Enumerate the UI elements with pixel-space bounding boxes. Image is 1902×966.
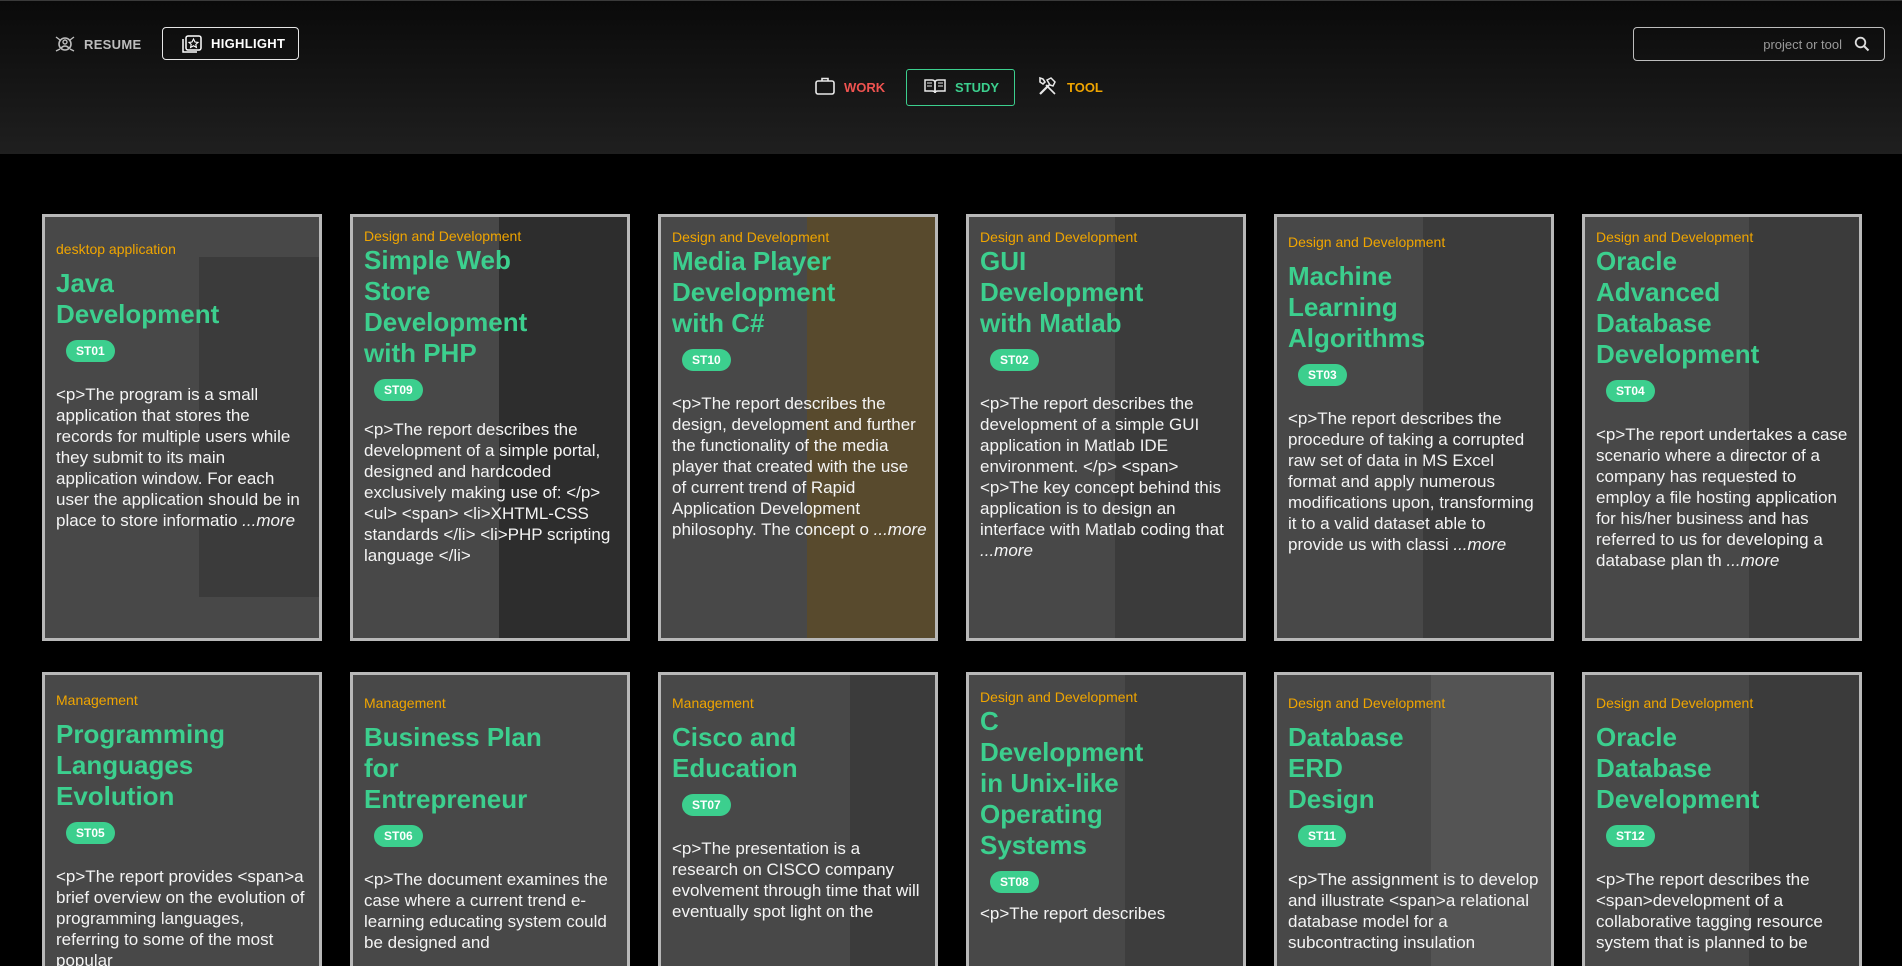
card-code-badge: ST01: [66, 340, 115, 362]
card-description: <p>The program is a small application th…: [56, 385, 300, 530]
study-card[interactable]: Design and Development C Development in …: [966, 672, 1246, 966]
card-description: <p>The presentation is a research on CIS…: [672, 839, 920, 921]
study-card[interactable]: Management Cisco and Education ST07 <p>T…: [658, 672, 938, 966]
card-code-badge: ST12: [1606, 825, 1655, 847]
tools-icon: [1037, 76, 1059, 99]
card-description: <p>The document examines the case where …: [364, 870, 608, 952]
study-card[interactable]: Design and Development Simple Web Store …: [350, 214, 630, 641]
card-title: Business Plan for Entrepreneur: [364, 722, 542, 814]
card-title: C Development in Unix-like Operating Sys…: [980, 706, 1144, 860]
card-category: Design and Development: [364, 228, 522, 244]
card-title: Oracle Database Development: [1596, 722, 1760, 814]
card-description: <p>The report describes the development …: [364, 420, 611, 565]
star-icon: [181, 34, 203, 54]
card-title: Machine Learning Algorithms: [1288, 261, 1426, 353]
book-icon: [923, 76, 947, 99]
card-code-badge: ST02: [990, 349, 1039, 371]
card-description: <p>The report describes the design, deve…: [672, 394, 927, 539]
study-card[interactable]: Design and Development Machine Learning …: [1274, 214, 1554, 641]
read-more-link[interactable]: ...more: [874, 520, 927, 539]
resume-icon: [54, 34, 76, 54]
resume-label: RESUME: [84, 36, 142, 52]
card-title: Cisco and Education: [672, 722, 798, 783]
highlight-button[interactable]: HIGHLIGHT: [162, 27, 299, 60]
card-category: desktop application: [56, 241, 176, 257]
search-box: [1633, 27, 1885, 61]
card-category: Design and Development: [1288, 234, 1446, 250]
search-input[interactable]: [1634, 28, 1846, 60]
card-category: Design and Development: [1596, 229, 1754, 245]
card-category: Design and Development: [672, 229, 830, 245]
tab-tool[interactable]: TOOL: [1021, 69, 1119, 106]
card-category: Management: [364, 695, 446, 711]
card-code-badge: ST03: [1298, 364, 1347, 386]
study-card[interactable]: Design and Development GUI Development w…: [966, 214, 1246, 641]
search-icon[interactable]: [1854, 36, 1870, 57]
top-header: RESUME HIGHLIGHT WORK: [0, 0, 1902, 154]
card-title: Programming Languages Evolution: [56, 719, 226, 811]
read-more-link[interactable]: ...more: [1726, 551, 1779, 570]
card-code-badge: ST05: [66, 822, 115, 844]
card-category: Design and Development: [980, 689, 1138, 705]
card-title: Media Player Development with C#: [672, 246, 836, 338]
card-category: Design and Development: [1596, 695, 1754, 711]
study-card[interactable]: Management Programming Languages Evoluti…: [42, 672, 322, 966]
tab-tool-label: TOOL: [1067, 80, 1103, 95]
briefcase-icon: [814, 76, 836, 99]
study-card[interactable]: Management Business Plan for Entrepreneu…: [350, 672, 630, 966]
card-title: GUI Development with Matlab: [980, 246, 1144, 338]
card-title: Simple Web Store Development with PHP: [364, 245, 528, 368]
tab-study[interactable]: STUDY: [906, 69, 1015, 106]
card-description: <p>The report describes: [980, 904, 1166, 923]
study-card[interactable]: Design and Development Oracle Advanced D…: [1582, 214, 1862, 641]
study-card[interactable]: desktop application Java Development ST0…: [42, 214, 322, 641]
card-category: Management: [672, 695, 754, 711]
tab-work-label: WORK: [844, 80, 886, 95]
resume-button[interactable]: RESUME: [54, 32, 141, 56]
card-code-badge: ST10: [682, 349, 731, 371]
card-description: <p>The report provides <span>a brief ove…: [56, 867, 305, 966]
card-code-badge: ST04: [1606, 380, 1655, 402]
card-title: Oracle Advanced Database Development: [1596, 246, 1760, 369]
card-description: <p>The report describes the procedure of…: [1288, 409, 1534, 554]
card-code-badge: ST09: [374, 379, 423, 401]
read-more-link[interactable]: ...more: [242, 511, 295, 530]
card-category: Design and Development: [980, 229, 1138, 245]
card-description: <p>The report undertakes a case scenario…: [1596, 425, 1848, 570]
card-title: Java Development: [56, 268, 220, 329]
card-code-badge: ST11: [1298, 825, 1347, 847]
card-description: <p>The report describes the <span>develo…: [1596, 870, 1823, 952]
card-category: Design and Development: [1288, 695, 1446, 711]
card-description: <p>The report describes the development …: [980, 394, 1224, 560]
study-grid: desktop application Java Development ST0…: [0, 154, 1902, 966]
card-code-badge: ST06: [374, 825, 423, 847]
read-more-link[interactable]: ...more: [1453, 535, 1506, 554]
card-category: Management: [56, 692, 138, 708]
card-code-badge: ST08: [990, 871, 1039, 893]
study-card[interactable]: Design and Development Database ERD Desi…: [1274, 672, 1554, 966]
card-title: Database ERD Design: [1288, 722, 1404, 814]
study-card[interactable]: Design and Development Media Player Deve…: [658, 214, 938, 641]
card-code-badge: ST07: [682, 794, 731, 816]
tab-study-label: STUDY: [955, 80, 1000, 95]
read-more-link[interactable]: ...more: [980, 541, 1033, 560]
card-description: <p>The assignment is to develop and illu…: [1288, 870, 1539, 952]
tab-work[interactable]: WORK: [798, 69, 901, 106]
highlight-label: HIGHLIGHT: [211, 36, 286, 51]
study-card[interactable]: Design and Development Oracle Database D…: [1582, 672, 1862, 966]
